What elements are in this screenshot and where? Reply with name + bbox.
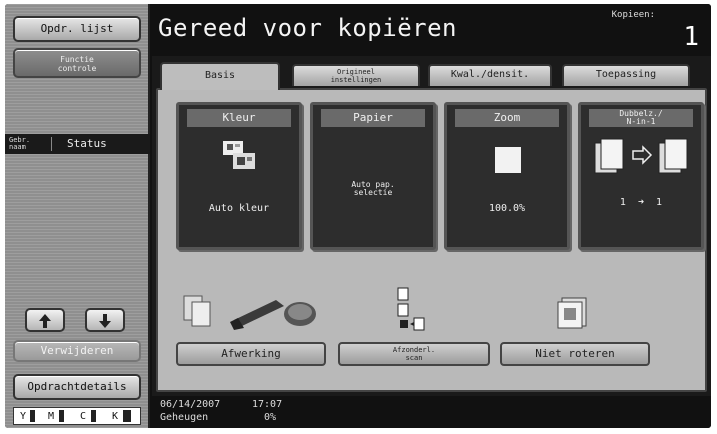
duplex-title-line2: N-in-1: [626, 117, 656, 126]
job-list-button[interactable]: Opdr. lijst: [13, 16, 141, 42]
finishing-button[interactable]: Afwerking: [176, 342, 326, 366]
no-rotate-button[interactable]: Niet roteren: [500, 342, 650, 366]
separate-scan-line1: Afzonderl.: [392, 346, 436, 354]
paper-function-button[interactable]: Papier Auto pap. selectie: [310, 102, 436, 250]
job-details-button[interactable]: Opdrachtdetails: [13, 374, 141, 400]
tab-quality-density[interactable]: Kwal./densit.: [428, 64, 552, 86]
toner-cyan-label: C: [80, 411, 87, 422]
header: Gereed voor kopiëren Kopieen: 1: [152, 4, 711, 56]
tab-original-line1: Origineel: [337, 68, 375, 76]
arrow-right-icon: ➜: [637, 197, 645, 208]
scroll-down-button[interactable]: [85, 308, 125, 332]
status-label: Status: [67, 137, 107, 150]
toner-black-label: K: [112, 411, 119, 422]
basis-panel: Kleur Auto kleur Papier Auto pap. select…: [156, 88, 707, 392]
delete-button[interactable]: Verwijderen: [13, 340, 141, 362]
duplex-value-from: 1: [619, 197, 626, 208]
tab-application[interactable]: Toepassing: [562, 64, 690, 86]
duplex-icon: [594, 138, 688, 174]
arrow-down-icon: [99, 314, 111, 328]
copies-label: Kopieen:: [611, 10, 655, 20]
page-title: Gereed voor kopiëren: [158, 14, 457, 42]
zoom-function-button[interactable]: Zoom 100.0%: [444, 102, 570, 250]
footer-date: 06/14/2007: [160, 399, 221, 410]
function-check-button[interactable]: Functie controle: [13, 48, 141, 78]
status-bar[interactable]: Gebr. naam Status: [5, 134, 150, 154]
function-check-label-line1: Functie: [60, 55, 94, 64]
main-area: Kleur Auto kleur Papier Auto pap. select…: [152, 56, 711, 396]
separate-scan-icon: [397, 287, 425, 331]
footer: 06/14/2007 17:07 Geheugen 0%: [152, 396, 711, 428]
arrow-up-icon: [39, 314, 51, 328]
toner-yellow-level: [30, 410, 35, 422]
zoom-page-icon: [495, 147, 521, 173]
copies-value: 1: [683, 22, 699, 52]
toner-magenta-label: M: [48, 411, 55, 422]
toner-magenta-level: [59, 410, 64, 422]
copier-screen: Opdr. lijst Functie controle Gebr. naam …: [5, 4, 711, 428]
tab-basis[interactable]: Basis: [160, 62, 280, 90]
zoom-title: Zoom: [455, 109, 559, 127]
separate-scan-line2: scan: [405, 354, 423, 362]
sidebar: Opdr. lijst Functie controle Gebr. naam …: [5, 4, 150, 428]
footer-time: 17:07: [252, 399, 283, 410]
finishing-icon: [183, 295, 316, 330]
tab-original-settings[interactable]: Origineel instellingen: [292, 64, 420, 86]
function-check-label-line2: controle: [57, 64, 97, 73]
color-icon: [223, 141, 255, 169]
color-title: Kleur: [187, 109, 291, 127]
toner-yellow-label: Y: [20, 411, 27, 422]
toner-black-level: [123, 410, 131, 422]
paper-value-line2: selectie: [353, 188, 393, 197]
memory-value: 0%: [264, 412, 277, 423]
memory-label: Geheugen: [160, 412, 209, 423]
user-name-label: Gebr. naam: [9, 137, 49, 151]
zoom-value: 100.0%: [488, 203, 526, 214]
separate-scan-button[interactable]: Afzonderl. scan: [338, 342, 490, 366]
paper-value: Auto pap. selectie: [313, 181, 433, 197]
toner-cyan-level: [91, 410, 96, 422]
status-divider: [51, 137, 52, 151]
duplex-title: Dubbelz./ N-in-1: [589, 109, 693, 127]
toner-levels: Y M C K: [13, 407, 141, 425]
color-function-button[interactable]: Kleur Auto kleur: [176, 102, 302, 250]
color-value: Auto kleur: [208, 203, 270, 214]
duplex-value-to: 1: [656, 197, 663, 208]
no-rotate-icon: [557, 297, 587, 329]
user-name-line2: naam: [9, 143, 26, 151]
duplex-value: 1 ➜ 1: [581, 197, 701, 208]
duplex-function-button[interactable]: Dubbelz./ N-in-1 1 ➜ 1: [578, 102, 704, 250]
scroll-up-button[interactable]: [25, 308, 65, 332]
paper-title: Papier: [321, 109, 425, 127]
tab-original-line2: instellingen: [330, 76, 382, 84]
